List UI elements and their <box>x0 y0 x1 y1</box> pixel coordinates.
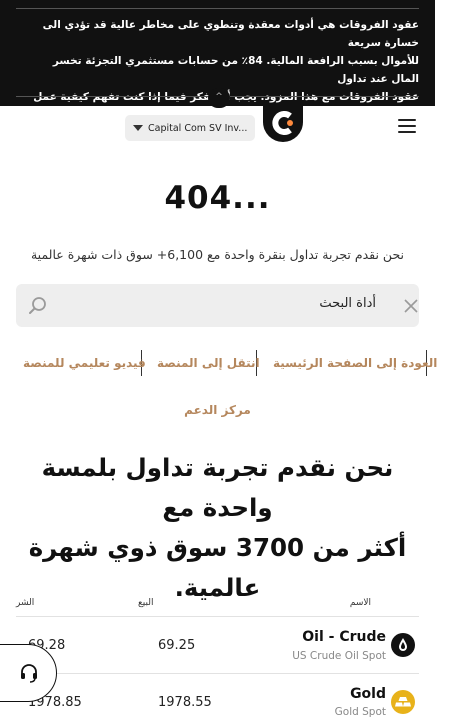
platform-link[interactable]: انتقل إلى المنصة <box>157 356 260 370</box>
table-divider <box>16 616 419 617</box>
support-center-link[interactable]: مركز الدعم <box>0 403 435 417</box>
support-chat-button[interactable] <box>0 644 57 702</box>
market-subtitle: US Crude Oil Spot <box>292 650 386 662</box>
markets-table-header: الاسم البيع الشر <box>16 596 419 616</box>
column-header-buy: الشر <box>16 598 35 608</box>
chevron-up-icon[interactable]: ^ <box>208 88 230 108</box>
entity-selector[interactable]: Capital Com SV Inv... <box>125 115 255 141</box>
gold-bars-icon <box>391 690 415 714</box>
capital-logo-icon[interactable] <box>263 104 303 142</box>
oil-drop-icon <box>391 633 415 657</box>
search-icon[interactable] <box>28 296 48 316</box>
headset-icon <box>21 664 37 683</box>
search-bar[interactable]: أداة البحث <box>16 284 419 327</box>
sell-price[interactable]: 1978.55 <box>158 695 212 710</box>
column-header-name: الاسم <box>349 598 371 608</box>
sell-price[interactable]: 69.25 <box>158 638 195 653</box>
home-link[interactable]: العودة إلى الصفحة الرئيسية <box>273 356 437 370</box>
promo-line: نحن نقدم تجربة تداول بلمسة واحدة مع <box>41 453 394 522</box>
risk-warning-line: للأموال بسبب الرافعة المالية. 84٪ من حسا… <box>52 55 419 85</box>
video-tutorial-link[interactable]: فيديو تعليمي للمنصة <box>23 356 146 370</box>
navigation-links: العودة إلى الصفحة الرئيسية انتقل إلى الم… <box>0 350 437 378</box>
caret-down-icon <box>133 125 143 131</box>
banner-divider-top <box>16 8 419 9</box>
hamburger-menu-icon[interactable] <box>398 119 416 133</box>
market-subtitle: Gold Spot <box>334 706 386 717</box>
table-divider <box>16 673 419 674</box>
promo-line: أكثر من 3700 سوق ذوي شهرة <box>28 533 407 562</box>
entity-selector-label: Capital Com SV Inv... <box>148 122 248 134</box>
page-subtitle: نحن نقدم تجربة تداول بنقرة واحدة مع 6,10… <box>30 247 404 262</box>
risk-warning-line: عقود الفروقات هي أدوات معقدة وتنطوي على … <box>42 19 419 49</box>
promo-heading: نحن نقدم تجربة تداول بلمسة واحدة مع أكثر… <box>12 448 423 608</box>
search-input[interactable]: أداة البحث <box>319 296 376 311</box>
market-name[interactable]: Gold <box>350 686 386 702</box>
support-center-label[interactable]: مركز الدعم <box>184 403 251 417</box>
close-icon[interactable] <box>404 299 418 313</box>
risk-warning-banner: عقود الفروقات هي أدوات معقدة وتنطوي على … <box>0 0 435 139</box>
market-name[interactable]: Oil - Crude <box>302 629 386 645</box>
column-header-sell: البيع <box>138 598 154 608</box>
page-title: 404... <box>164 180 271 216</box>
